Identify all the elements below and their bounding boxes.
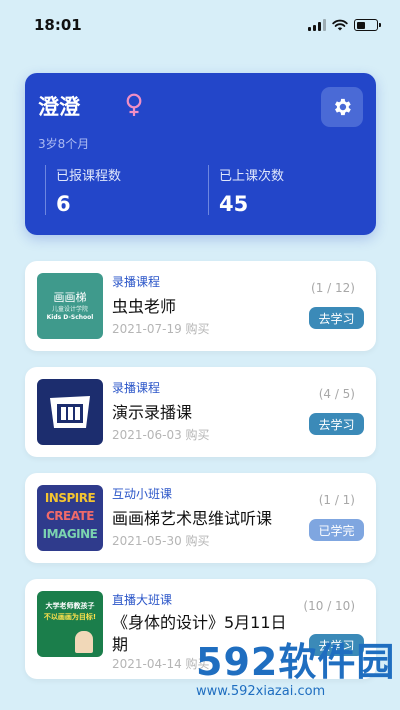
course-title: 演示录播课 xyxy=(112,403,193,422)
wifi-icon xyxy=(332,19,348,31)
course-progress: (4 / 5) xyxy=(318,387,355,401)
stat-enrolled-courses: 已报课程数 6 xyxy=(45,165,122,216)
purchase-date: 2021-04-14 购买 xyxy=(112,657,210,671)
stat-label: 已上课次数 xyxy=(219,169,285,184)
thumb-subheadline: 不以画画为目标! xyxy=(43,613,97,621)
course-title-line1: 《身体的设计》5月11日 xyxy=(112,613,287,632)
status-icons xyxy=(308,19,381,31)
gear-icon xyxy=(335,98,351,116)
signal-icon xyxy=(308,19,326,31)
teacher-avatar xyxy=(75,631,93,653)
course-progress: (1 / 1) xyxy=(318,493,355,507)
course-type: 录播课程 xyxy=(112,275,161,289)
status-bar: 18:01 xyxy=(0,0,400,50)
course-card[interactable]: INSPIRE CREATE IMAGINE 互动小班课 画画梯艺术思维试听课 … xyxy=(25,473,376,563)
thumb-word-create: CREATE xyxy=(46,509,94,523)
course-card[interactable]: 录播课程 演示录播课 2021-06-03 购买 (4 / 5) 去学习 xyxy=(25,367,376,457)
stat-attended-classes: 已上课次数 45 xyxy=(208,165,285,216)
course-progress: (10 / 10) xyxy=(303,599,355,613)
course-type: 录播课程 xyxy=(112,381,161,395)
thumb-word-imagine: IMAGINE xyxy=(42,527,98,541)
completed-button[interactable]: 已学完 xyxy=(309,519,364,541)
course-thumbnail: 画画梯 儿童设计学院 Kids D-School xyxy=(37,273,103,339)
purchase-date: 2021-07-19 购买 xyxy=(112,322,210,336)
stat-value: 45 xyxy=(219,192,249,216)
child-name: 澄澄 xyxy=(38,95,80,119)
course-thumbnail: INSPIRE CREATE IMAGINE xyxy=(37,485,103,551)
course-type: 直播大班课 xyxy=(112,593,173,607)
video-icon xyxy=(50,396,90,428)
thumb-subtitle-en: Kids D-School xyxy=(46,314,94,321)
stat-value: 6 xyxy=(56,192,71,216)
thumb-subtitle: 儿童设计学院 xyxy=(51,306,88,313)
study-button[interactable]: 去学习 xyxy=(309,307,364,329)
course-type: 互动小班课 xyxy=(112,487,173,501)
status-time: 18:01 xyxy=(34,16,82,34)
watermark-logo: 592软件园 xyxy=(196,640,396,684)
course-title-line2: 期 xyxy=(112,635,129,654)
settings-button[interactable] xyxy=(321,87,363,127)
watermark: 592软件园 www.592xiazai.com xyxy=(196,640,396,706)
course-thumbnail: 大学老师教孩子 不以画画为目标! xyxy=(37,591,103,657)
thumb-word-inspire: INSPIRE xyxy=(44,491,96,505)
stat-label: 已报课程数 xyxy=(56,169,122,184)
course-title: 画画梯艺术思维试听课 xyxy=(112,509,273,528)
child-age: 3岁8个月 xyxy=(38,137,90,151)
course-thumbnail xyxy=(37,379,103,445)
course-card[interactable]: 画画梯 儿童设计学院 Kids D-School 录播课程 虫虫老师 2021-… xyxy=(25,261,376,351)
profile-card: 澄澄 3岁8个月 已报课程数 6 已上课次数 45 xyxy=(25,73,376,235)
female-icon xyxy=(126,93,142,116)
watermark-url: www.592xiazai.com xyxy=(196,684,326,699)
thumb-headline: 大学老师教孩子 xyxy=(45,602,95,610)
purchase-date: 2021-05-30 购买 xyxy=(112,534,210,548)
battery-icon xyxy=(354,19,381,31)
study-button[interactable]: 去学习 xyxy=(309,413,364,435)
thumb-logo-text: 画画梯 xyxy=(53,291,87,304)
purchase-date: 2021-06-03 购买 xyxy=(112,428,210,442)
course-title: 虫虫老师 xyxy=(112,297,177,316)
course-progress: (1 / 12) xyxy=(311,281,355,295)
